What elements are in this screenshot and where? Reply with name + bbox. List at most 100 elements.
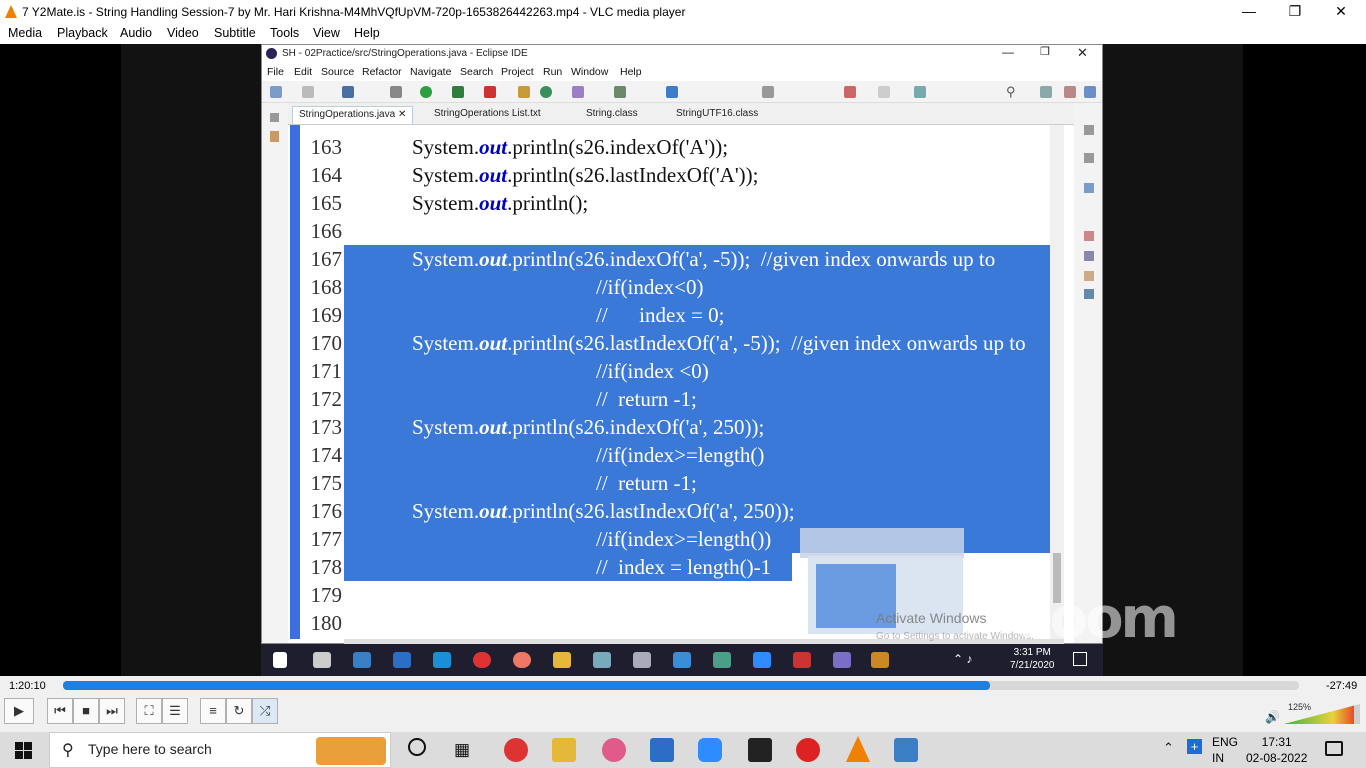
taskbar-clock[interactable]: 17:31 02-08-2022 [1246, 734, 1307, 766]
next-button[interactable]: ⏭ [99, 698, 125, 724]
video-explorer-icon [553, 652, 571, 668]
code-text: .println(); [507, 191, 589, 215]
clock-date: 02-08-2022 [1246, 751, 1308, 765]
code-text: System. [412, 499, 480, 523]
new-icon [270, 86, 282, 98]
code-text: //if(index>=length() [596, 443, 765, 467]
stop-button[interactable]: ■ [73, 698, 99, 724]
video-app2-icon [793, 652, 811, 668]
hierarchy-icon [1084, 183, 1094, 193]
video-tray-icons: ⌃ ♪ [953, 652, 973, 666]
selection-gutter-marker [290, 125, 300, 639]
language-indicator[interactable]: ENG IN [1212, 734, 1238, 766]
previous-button[interactable]: ⏮ [47, 698, 73, 724]
chrome-icon[interactable] [504, 738, 528, 762]
snipping-icon[interactable] [602, 738, 626, 762]
hidden-icons-chevron-icon[interactable]: ⌃ [1163, 740, 1174, 756]
activate-windows-watermark: Activate Windows [876, 610, 987, 626]
zoom-app-icon[interactable] [698, 738, 722, 762]
video-edge-icon [433, 652, 451, 668]
save-icon [302, 86, 314, 98]
menu-help[interactable]: Help [354, 26, 380, 40]
volume-slider[interactable] [1284, 704, 1360, 724]
speaker-icon[interactable]: 🔊 [1265, 710, 1280, 724]
menu-subtitle[interactable]: Subtitle [214, 26, 256, 40]
notification-center-icon[interactable] [1325, 741, 1343, 756]
video-teamviewer-icon [673, 652, 691, 668]
code-line: //if(index <0) [344, 357, 1050, 385]
video-taskview-icon [313, 652, 331, 668]
menu-video[interactable]: Video [167, 26, 199, 40]
code-field-out: out [479, 499, 508, 523]
restore-panel-icon [270, 113, 279, 122]
code-text: // index = 0; [596, 303, 725, 327]
video-meet-icon [713, 652, 731, 668]
code-line: System.out.println(s26.lastIndexOf('a', … [344, 497, 1050, 525]
time-remaining[interactable]: -27:49 [1326, 680, 1357, 692]
vlc-title-bar: 7 Y2Mate.is - String Handling Session-7 … [0, 0, 1366, 24]
file-explorer-icon[interactable] [552, 738, 576, 762]
time-elapsed: 1:20:10 [9, 680, 46, 692]
maximize-button[interactable]: ❐ [1272, 0, 1318, 24]
photos-icon[interactable] [894, 738, 918, 762]
video-eclipse-small-icon [833, 652, 851, 668]
console-icon [342, 86, 354, 98]
line-number: 172 [310, 387, 343, 411]
seek-bar-fill [63, 681, 990, 690]
add-icon[interactable]: + [1187, 739, 1202, 754]
vlc-taskbar-icon[interactable] [846, 736, 870, 762]
menu-media[interactable]: Media [8, 26, 42, 40]
recorder-icon[interactable] [796, 738, 820, 762]
activate-windows-subtext: Go to Settings to activate Windows. [876, 631, 1034, 642]
code-line: // return -1; [344, 385, 1050, 413]
code-text: .println(s26.indexOf('A')); [507, 135, 729, 159]
code-text: System. [412, 247, 480, 271]
code-text: //if(index <0) [596, 359, 709, 383]
cortana-icon[interactable] [408, 738, 426, 756]
line-number: 175 [310, 471, 343, 495]
loop-button[interactable]: ↻ [226, 698, 252, 724]
line-number: 178 [310, 555, 343, 579]
play-button[interactable]: ▶ [4, 698, 34, 724]
code-text: System. [412, 191, 480, 215]
task-list-icon [1084, 153, 1094, 163]
editor-vertical-scrollbar [1050, 125, 1064, 639]
tab-stringoperations-list: StringOperations List.txt [434, 108, 541, 119]
code-text: //if(index<0) [596, 275, 704, 299]
new-class-icon [540, 86, 552, 98]
external-tools-icon [484, 86, 496, 98]
start-button[interactable] [0, 732, 48, 768]
minimize-button[interactable]: — [1226, 0, 1272, 24]
java-ee-perspective-icon [1064, 86, 1076, 98]
sticky-notes-icon[interactable] [748, 738, 772, 762]
line-number: 170 [310, 331, 343, 355]
store-icon[interactable] [650, 738, 674, 762]
right-minimized-panel [1074, 103, 1102, 643]
task-view-icon[interactable]: ▦ [454, 740, 470, 760]
video-app-icon [633, 652, 651, 668]
random-button[interactable]: ⤮ [252, 698, 278, 724]
close-button[interactable]: ✕ [1318, 0, 1364, 24]
menu-audio[interactable]: Audio [120, 26, 152, 40]
code-text: // index = length()-1 [596, 555, 772, 579]
code-line: // index = 0; [344, 301, 1050, 329]
fullscreen-button[interactable]: ⛶ [136, 698, 162, 724]
line-number: 163 [310, 135, 343, 159]
line-number: 177 [310, 527, 343, 551]
video-clock: 3:31 PM 7/21/2020 [1010, 646, 1055, 672]
javadoc-icon [1084, 251, 1094, 261]
eclipse-icon [266, 48, 277, 59]
eclipse-menu-bar: File Edit Source Refactor Navigate Searc… [262, 63, 1102, 81]
eclipse-menu-edit: Edit [294, 66, 313, 78]
extended-settings-button[interactable]: ☰ [162, 698, 188, 724]
line-number: 176 [310, 499, 343, 523]
menu-playback[interactable]: Playback [57, 26, 108, 40]
menu-view[interactable]: View [313, 26, 340, 40]
eclipse-menu-refactor: Refactor [362, 66, 402, 78]
perspective-icon [1040, 86, 1052, 98]
playlist-button[interactable]: ≡ [200, 698, 226, 724]
search-tool-icon [614, 86, 626, 98]
code-line: System.out.println(s26.lastIndexOf('A'))… [344, 161, 758, 189]
menu-tools[interactable]: Tools [270, 26, 299, 40]
